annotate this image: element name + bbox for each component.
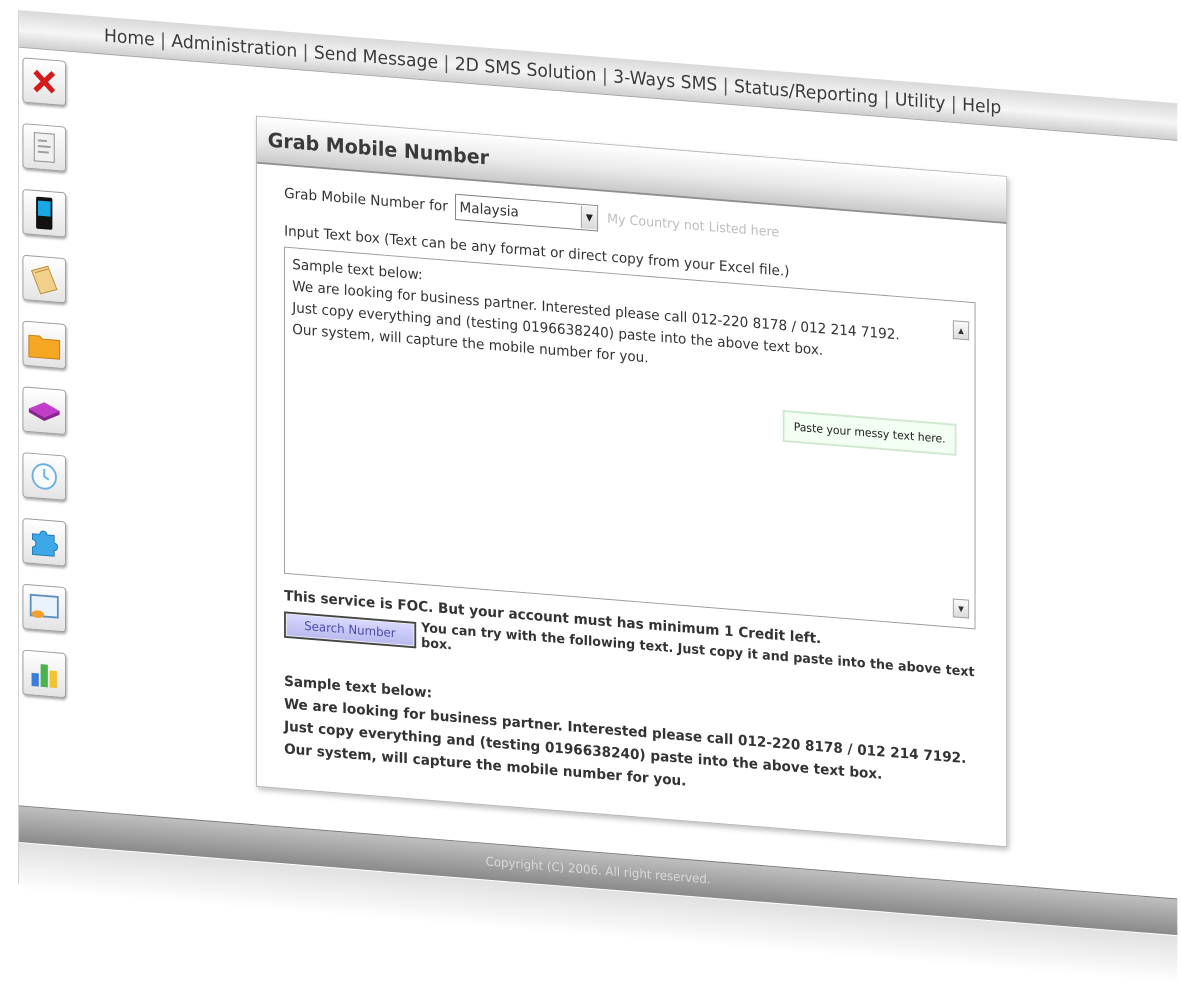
sidebar-button-folder[interactable] [22,320,66,370]
bar-chart-icon [31,664,57,689]
book-icon [28,402,60,422]
document-icon [33,132,55,163]
sidebar-button-book[interactable] [22,386,66,435]
grab-mobile-number-panel: Grab Mobile Number Grab Mobile Number fo… [256,115,1008,848]
notepad-icon [30,265,58,295]
sidebar-button-mobile[interactable] [22,188,66,238]
sidebar-button-close[interactable] [22,57,66,106]
sidebar-button-clock[interactable] [22,452,66,501]
top-navigation-bar: Home | Administration | Send Message | 2… [18,10,1178,141]
paste-hint-tooltip: Paste your messy text here. [782,409,957,456]
nav-item-status-reporting[interactable]: Status/Reporting [729,75,884,108]
nav-item-3-ways-sms[interactable]: 3-Ways SMS [608,65,723,95]
nav-item-help[interactable]: Help [957,94,1007,119]
scroll-down-icon[interactable]: ▼ [952,598,970,619]
country-not-listed-link[interactable]: My Country not Listed here [607,212,779,241]
country-select[interactable]: Malaysia ▼ [455,193,599,232]
sidebar-button-chart[interactable] [22,649,66,699]
nav-item-send-message[interactable]: Send Message [308,41,443,73]
panel-title: Grab Mobile Number [267,128,490,170]
search-number-button[interactable]: Search Number [284,611,416,649]
monitor-icon [29,593,59,619]
nav-item-utility[interactable]: Utility [889,88,950,114]
textbox-scrollbar[interactable]: ▲ ▼ [952,320,970,619]
sample-text-block: Sample text below: We are looking for bu… [284,670,990,817]
app-window: Home | Administration | Send Message | 2… [18,10,1178,983]
country-label: Grab Mobile Number for [284,184,448,215]
sidebar-button-puzzle[interactable] [22,517,66,567]
country-selected-value: Malaysia [459,198,519,221]
puzzle-icon [32,530,59,557]
copyright-text: Copyright (C) 2006. All right reserved. [485,854,711,887]
scroll-up-icon[interactable]: ▲ [952,320,970,341]
close-icon [33,69,56,94]
panel-content: Grab Mobile Number for Malaysia ▼ My Cou… [284,177,990,817]
chevron-down-icon[interactable]: ▼ [580,205,598,230]
nav-item-2d-sms-solution[interactable]: 2D SMS Solution [449,53,602,86]
sidebar-button-document[interactable] [22,123,66,172]
input-textbox[interactable]: Sample text below: We are looking for bu… [284,246,976,630]
clock-icon [31,463,57,490]
sidebar-button-monitor[interactable] [22,583,66,633]
nav-item-administration[interactable]: Administration [166,30,303,62]
sidebar-button-notepad[interactable] [22,254,66,304]
nav-item-home[interactable]: Home [99,24,161,50]
folder-icon [28,334,61,360]
sidebar-toolbar [22,57,79,720]
mobile-phone-icon [36,196,53,230]
